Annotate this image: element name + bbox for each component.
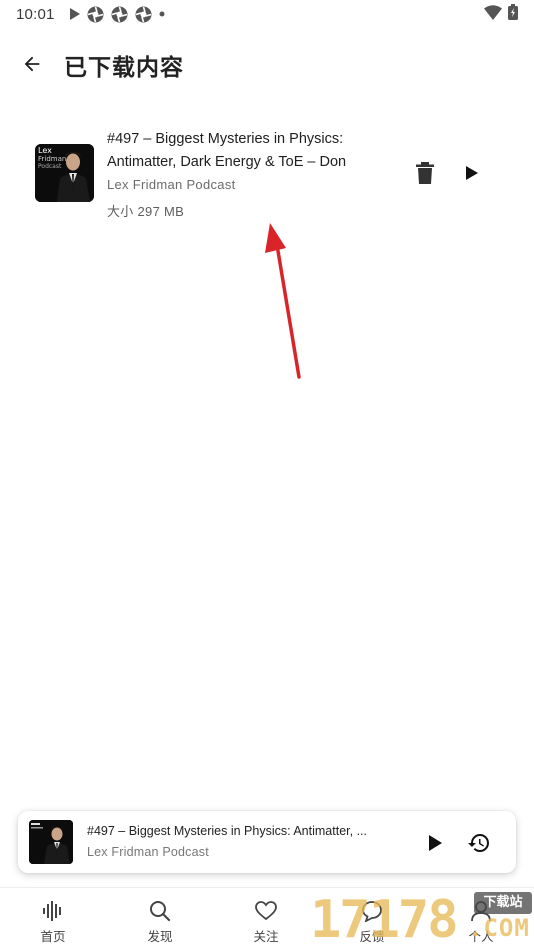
artwork-text-line: Fridman bbox=[38, 155, 67, 163]
nav-item-follow[interactable]: 关注 bbox=[231, 898, 301, 945]
watermark-digits: 17178 bbox=[310, 890, 459, 950]
nav-item-discover[interactable]: 发现 bbox=[125, 898, 195, 945]
nav-item-home[interactable]: 首页 bbox=[18, 898, 88, 945]
artwork-text-line: Lex bbox=[38, 146, 52, 155]
nav-label: 发现 bbox=[147, 930, 173, 944]
podcast-artwork: Lex Fridman Podcast bbox=[35, 144, 94, 202]
episode-title: #497 – Biggest Mysteries in Physics: Ant… bbox=[107, 131, 347, 170]
red-annotation-arrow bbox=[265, 223, 301, 379]
play-notification-icon bbox=[69, 8, 80, 20]
app-bar: 已下载内容 bbox=[0, 38, 534, 88]
status-right bbox=[484, 4, 518, 24]
mini-player-title: #497 – Biggest Mysteries in Physics: Ant… bbox=[87, 824, 367, 838]
episode-podcast-name: Lex Fridman Podcast bbox=[107, 177, 236, 192]
history-icon bbox=[468, 834, 489, 852]
battery-icon bbox=[508, 4, 518, 24]
watermark-suffix: .COM bbox=[468, 914, 530, 942]
play-icon bbox=[466, 166, 478, 180]
back-button[interactable] bbox=[18, 50, 46, 78]
app-notification-icon bbox=[111, 6, 128, 23]
waveform-icon bbox=[18, 898, 88, 924]
artwork-text-line: Podcast bbox=[38, 163, 62, 170]
arrow-back-icon bbox=[24, 56, 40, 72]
status-bar: 10:01 bbox=[0, 0, 534, 28]
episode-file-size: 大小 297 MB bbox=[107, 204, 185, 219]
mini-player[interactable]: #497 – Biggest Mysteries in Physics: Ant… bbox=[18, 811, 516, 873]
mini-player-artwork bbox=[29, 820, 73, 864]
app-notification-icon bbox=[135, 6, 152, 23]
artwork-label: Lex Fridman Podcast bbox=[38, 147, 66, 171]
mini-player-podcast: Lex Fridman Podcast bbox=[87, 845, 209, 859]
search-icon bbox=[125, 898, 195, 924]
delete-button[interactable] bbox=[413, 161, 437, 185]
nav-label: 首页 bbox=[40, 930, 66, 944]
status-time: 10:01 bbox=[16, 5, 55, 23]
playback-history-button[interactable] bbox=[465, 829, 493, 857]
wifi-icon bbox=[484, 4, 502, 24]
downloaded-episode-item[interactable]: Lex Fridman Podcast #497 – Biggest Myste… bbox=[0, 120, 534, 220]
trash-icon bbox=[416, 162, 434, 184]
watermark-site-label: 下载站 bbox=[474, 892, 532, 914]
app-notification-icon bbox=[87, 6, 104, 23]
play-episode-button[interactable] bbox=[460, 161, 484, 185]
page-title: 已下载内容 bbox=[64, 54, 184, 80]
site-watermark: 17178 下载站 .COM bbox=[310, 890, 534, 950]
more-notifications-dot-icon bbox=[159, 11, 165, 17]
heart-icon bbox=[231, 898, 301, 924]
mini-player-play-button[interactable] bbox=[423, 831, 447, 855]
nav-label: 关注 bbox=[253, 930, 279, 944]
play-icon bbox=[429, 835, 442, 851]
